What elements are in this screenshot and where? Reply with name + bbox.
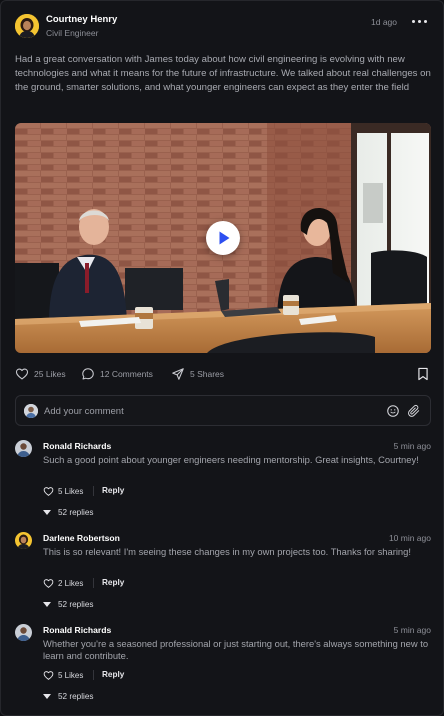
view-replies-button[interactable]: 52 replies	[43, 505, 94, 519]
share-icon	[172, 368, 184, 380]
divider	[93, 578, 94, 588]
chevron-down-icon	[43, 601, 51, 607]
view-replies-button[interactable]: 52 replies	[43, 689, 94, 703]
reply-button[interactable]: Reply	[102, 578, 124, 587]
heart-icon	[43, 670, 54, 680]
post-time: 1d ago	[371, 17, 397, 27]
author-role: Civil Engineer	[46, 28, 99, 38]
comment-like-button[interactable]: 5 Likes	[43, 484, 83, 498]
emoji-button[interactable]	[386, 404, 400, 423]
post-header: Courtney Henry Civil Engineer 1d ago	[15, 13, 429, 43]
current-user-avatar	[24, 404, 38, 418]
emoji-icon	[387, 405, 399, 417]
heart-icon	[15, 368, 29, 380]
commenter-avatar[interactable]	[15, 440, 32, 457]
comment-item: Ronald Richards 5 min ago Whether you're…	[15, 624, 431, 704]
bookmark-icon	[418, 367, 428, 381]
view-replies-button[interactable]: 52 replies	[43, 597, 94, 611]
comment-icon	[82, 368, 94, 380]
heart-icon	[43, 578, 54, 588]
comment-likes-count: 2 Likes	[58, 578, 84, 588]
replies-count: 52 replies	[58, 691, 94, 701]
comment-text: Such a good point about younger engineer…	[43, 454, 419, 465]
chevron-down-icon	[43, 509, 51, 515]
comment-box	[15, 395, 431, 426]
reply-button[interactable]: Reply	[102, 670, 124, 679]
likes-count: 25 Likes	[34, 369, 66, 379]
commenter-name[interactable]: Darlene Robertson	[43, 533, 120, 543]
comment-time: 5 min ago	[393, 625, 431, 635]
comment-item: Ronald Richards 5 min ago Such a good po…	[15, 440, 431, 520]
comment-input[interactable]	[44, 402, 364, 420]
comment-button[interactable]: 12 Comments	[81, 365, 153, 383]
comment-like-button[interactable]: 5 Likes	[43, 668, 83, 682]
commenter-name[interactable]: Ronald Richards	[43, 441, 111, 451]
divider	[93, 486, 94, 496]
comment-likes-count: 5 Likes	[58, 670, 84, 680]
reply-button[interactable]: Reply	[102, 486, 124, 495]
divider	[93, 670, 94, 680]
paperclip-icon	[408, 404, 420, 417]
more-horizontal-icon	[412, 20, 415, 23]
author-avatar[interactable]	[15, 14, 39, 38]
comment-likes-count: 5 Likes	[58, 486, 84, 496]
post-text: Had a great conversation with James toda…	[15, 54, 431, 93]
comment-time: 5 min ago	[393, 441, 431, 451]
play-icon	[219, 231, 230, 245]
heart-icon	[43, 486, 54, 496]
shares-count: 5 Shares	[190, 369, 225, 379]
attach-button[interactable]	[407, 404, 421, 423]
bookmark-button[interactable]	[417, 367, 429, 386]
comment-item: Darlene Robertson 10 min ago This is so …	[15, 532, 431, 612]
replies-count: 52 replies	[58, 507, 94, 517]
share-button[interactable]: 5 Shares	[171, 365, 224, 383]
comment-like-button[interactable]: 2 Likes	[43, 576, 83, 590]
post-card: Courtney Henry Civil Engineer 1d ago Had…	[0, 0, 444, 716]
commenter-name[interactable]: Ronald Richards	[43, 625, 111, 635]
comment-time: 10 min ago	[388, 533, 431, 543]
like-button[interactable]: 25 Likes	[15, 365, 66, 383]
author-name[interactable]: Courtney Henry	[46, 14, 117, 25]
post-video[interactable]	[15, 123, 431, 353]
more-options-button[interactable]	[411, 13, 429, 29]
replies-count: 52 replies	[58, 599, 94, 609]
comment-text: This is so relevant! I'm seeing these ch…	[43, 546, 411, 557]
commenter-avatar[interactable]	[15, 532, 32, 549]
post-actions: 25 Likes 12 Comments 5 Shares	[15, 365, 431, 383]
play-button[interactable]	[206, 221, 240, 255]
comment-text: Whether you're a seasoned professional o…	[43, 638, 429, 661]
chevron-down-icon	[43, 693, 51, 699]
comments-count: 12 Comments	[100, 369, 153, 379]
commenter-avatar[interactable]	[15, 624, 32, 641]
